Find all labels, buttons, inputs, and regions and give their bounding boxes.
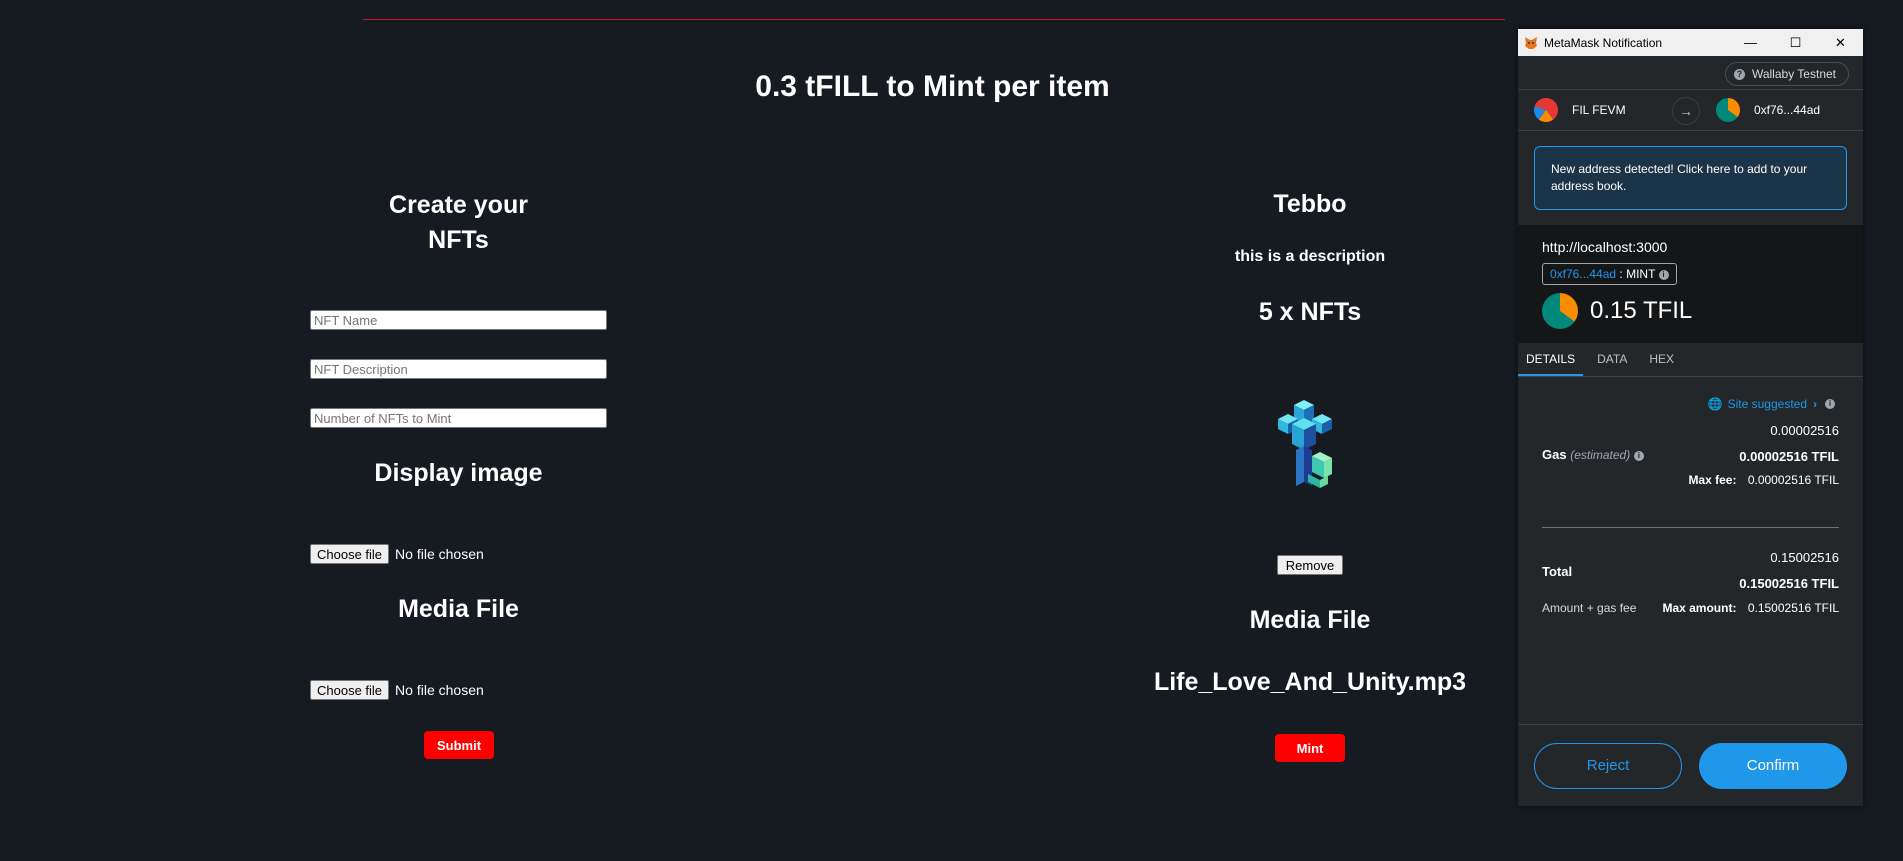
account-transfer-bar: FIL FEVM → 0xf76...44ad [1518,89,1863,131]
site-suggested-link[interactable]: 🌐 Site suggested › i [1708,397,1835,411]
arrow-right-icon: → [1672,97,1700,125]
media-file-choose-file-button[interactable]: Choose file [310,680,390,700]
max-amount-value: 0.15002516 TFIL [1747,601,1839,615]
media-file-no-file-text: No file chosen [395,682,484,698]
nft-name-input[interactable] [310,310,607,330]
gas-estimated-text: (estimated) [1570,448,1631,462]
preview-media-file-name: Life_Love_And_Unity.mp3 [1153,668,1467,696]
create-form-title-line1: Create your [389,191,528,219]
nft-description-input[interactable] [310,359,607,379]
top-divider [363,19,1505,20]
origin-url: http://localhost:3000 [1542,239,1668,255]
remove-image-button[interactable]: Remove [1277,555,1343,575]
preview-nft-description: this is a description [1234,248,1386,265]
to-account-avatar [1716,98,1740,122]
chevron-right-icon: › [1813,397,1817,411]
amount-row: 0.15 TFIL [1542,293,1839,329]
total-label: Total [1542,564,1573,579]
media-file-row: Choose file No file chosen [310,680,484,700]
display-image-file-row: Choose file No file chosen [310,544,484,564]
max-amount-row: Max amount: 0.15002516 TFIL [1662,601,1839,615]
contract-method: : MINT [1619,267,1656,281]
to-account-address: 0xf76...44ad [1754,103,1821,117]
contract-method-pill[interactable]: 0xf76...44ad : MINT i [1542,263,1677,285]
new-address-alert[interactable]: New address detected! Click here to add … [1534,146,1847,210]
metamask-window-title: MetaMask Notification [1544,35,1663,50]
confirm-button[interactable]: Confirm [1699,742,1847,789]
create-form-title: Create your NFTs [310,188,607,258]
from-account-avatar [1534,98,1558,122]
site-suggested-label: Site suggested [1727,397,1807,411]
tab-data[interactable]: DATA [1589,343,1635,376]
display-image-label: Display image [374,459,543,487]
close-icon[interactable]: ✕ [1818,29,1863,56]
gas-value-bold: 0.00002516 TFIL [1739,449,1839,464]
preview-nft-image [1278,400,1342,492]
detail-tabs: DETAILS DATA HEX [1518,343,1863,377]
action-footer: Reject Confirm [1518,724,1863,806]
network-question-icon: ? [1733,68,1745,80]
amount-gas-fee-text: Amount + gas fee [1542,601,1637,615]
network-bar: ? Wallaby Testnet [1518,56,1863,89]
preview-media-file-label: Media File [1249,606,1371,634]
transaction-summary: http://localhost:3000 0xf76...44ad : MIN… [1518,225,1863,343]
max-fee-row: Max fee: 0.00002516 TFIL [1688,473,1839,487]
gas-value: 0.00002516 [1770,423,1839,438]
contract-address: 0xf76...44ad [1550,267,1617,281]
gas-info-icon[interactable]: i [1633,450,1644,461]
info-icon: i [1658,269,1669,280]
maximize-icon[interactable]: ☐ [1773,29,1818,56]
globe-icon: 🌐 [1707,397,1723,411]
gas-label: Gas (estimated) i [1542,447,1644,462]
amount-account-avatar [1542,293,1578,329]
minimize-icon[interactable]: — [1728,29,1773,56]
mint-button[interactable]: Mint [1275,734,1345,762]
network-selector[interactable]: ? Wallaby Testnet [1724,62,1849,86]
preview-nft-quantity: 5 x NFTs [1258,298,1362,326]
details-panel: 🌐 Site suggested › i Gas (estimated) i 0… [1518,377,1863,707]
preview-nft-name: Tebbo [1273,190,1347,218]
total-value-bold: 0.15002516 TFIL [1739,576,1839,591]
display-image-no-file-text: No file chosen [395,546,484,562]
tab-details[interactable]: DETAILS [1518,343,1584,376]
metamask-notification-window: MetaMask Notification — ☐ ✕ ? Wallaby Te… [1518,29,1863,806]
metamask-titlebar: MetaMask Notification — ☐ ✕ [1518,29,1863,56]
reject-button[interactable]: Reject [1534,742,1682,789]
max-fee-label: Max fee: [1688,473,1737,487]
display-image-choose-file-button[interactable]: Choose file [310,544,390,564]
media-file-label: Media File [398,595,519,623]
site-suggested-info-icon[interactable]: i [1825,399,1835,409]
gas-label-text: Gas [1542,447,1567,462]
create-form-title-line2: NFTs [428,226,489,254]
details-divider [1542,527,1839,528]
nft-count-input[interactable] [310,408,607,428]
max-amount-label: Max amount: [1662,601,1737,615]
transaction-amount: 0.15 TFIL [1590,297,1693,324]
total-value: 0.15002516 [1770,550,1839,565]
from-account-name: FIL FEVM [1572,103,1626,117]
max-fee-value: 0.00002516 TFIL [1747,473,1839,487]
tab-hex[interactable]: HEX [1641,343,1682,376]
submit-button[interactable]: Submit [424,731,494,759]
network-name: Wallaby Testnet [1751,67,1836,81]
metamask-fox-icon [1525,36,1537,49]
